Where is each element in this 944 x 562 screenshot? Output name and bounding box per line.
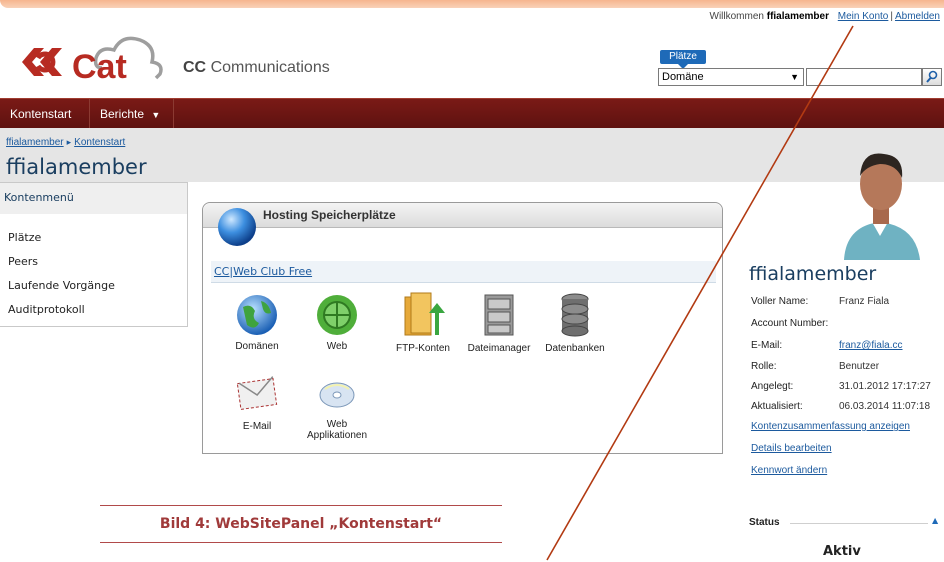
logo-text: Cat [72, 48, 127, 86]
brand-rest: Communications [210, 59, 330, 76]
menu-item-peers[interactable]: Peers [8, 255, 38, 268]
profile-label-email: E-Mail: [751, 340, 783, 351]
hosting-panel: Hosting Speicherplätze CC|Web Club Free … [202, 202, 723, 454]
brand-name: CC Communications [183, 59, 330, 77]
nav-item-label: Berichte [100, 107, 145, 121]
brand-cc: CC [183, 59, 207, 76]
web-globe-icon [317, 295, 357, 335]
profile-label-account-number: Account Number: [751, 318, 829, 329]
change-password-link[interactable]: Kennwort ändern [751, 465, 827, 476]
breadcrumb-kontenstart[interactable]: Kontenstart [74, 137, 125, 148]
tile-web-applikationen[interactable]: Web Applikationen [297, 371, 377, 441]
logout-link[interactable]: Abmelden [895, 11, 940, 22]
tile-web[interactable]: Web [297, 293, 377, 352]
account-menu-title: Kontenmenü [0, 183, 187, 214]
menu-item-laufende-vorgaenge[interactable]: Laufende Vorgänge [8, 279, 115, 292]
tile-email[interactable]: E-Mail [217, 369, 297, 432]
tile-ftp-konten[interactable]: FTP-Konten [383, 291, 463, 354]
tile-label: Web Applikationen [306, 419, 368, 441]
breadcrumb: ffialamember ▸ Kontenstart [6, 137, 125, 148]
profile-label-role: Rolle: [751, 361, 777, 372]
welcome-text: Willkommen [709, 11, 764, 22]
my-account-link[interactable]: Mein Konto [838, 11, 889, 22]
link-separator: | [890, 11, 893, 22]
search-scope-select[interactable]: Domäne ▼ [658, 68, 804, 86]
profile-value-updated: 06.03.2014 11:07:18 [839, 401, 931, 412]
menu-item-plaetze[interactable]: Plätze [8, 231, 41, 244]
cc-cat-logo[interactable]: Cat [14, 28, 174, 94]
user-avatar [836, 140, 926, 264]
search-input[interactable] [806, 68, 922, 86]
hosting-plan-link[interactable]: CC|Web Club Free [214, 265, 312, 278]
hosting-plan-row: CC|Web Club Free [211, 261, 716, 283]
main-nav: Kontenstart Berichte ▼ [0, 98, 944, 129]
tile-label: Datenbanken [545, 343, 605, 354]
tile-dateimanager[interactable]: Dateimanager [459, 291, 539, 354]
caret-down-icon: ▼ [151, 110, 161, 120]
tile-label: FTP-Konten [396, 343, 450, 354]
profile-label-fullname: Voller Name: [751, 296, 809, 307]
search-scope-value: Domäne [662, 71, 704, 83]
status-label: Status [749, 517, 780, 528]
page-title: ffialamember [6, 155, 147, 179]
top-accent-strip [0, 0, 944, 8]
tile-label: E-Mail [242, 421, 272, 432]
profile-value-role: Benutzer [839, 361, 880, 372]
profile-label-created: Angelegt: [751, 381, 794, 392]
breadcrumb-chevron-icon: ▸ [66, 137, 72, 147]
welcome-bar: Willkommen ffialamember Mein Konto | Abmel… [710, 11, 941, 22]
hosting-sphere-icon [215, 207, 259, 247]
envelope-icon [236, 376, 278, 410]
tile-label: Dateimanager [467, 343, 531, 354]
profile-label-updated: Aktualisiert: [751, 401, 803, 412]
globe-icon [237, 295, 277, 335]
account-summary-link[interactable]: Kontenzusammenfassung anzeigen [751, 421, 910, 432]
search-icon [926, 70, 938, 83]
nav-item-berichte[interactable]: Berichte ▼ [90, 99, 174, 129]
tile-label: Domänen [235, 341, 279, 352]
profile-value-created: 31.01.2012 17:17:27 [839, 381, 931, 392]
figure-caption-box: Bild 4: WebSitePanel „Kontenstart“ [100, 505, 502, 543]
tile-label: Web [326, 341, 348, 352]
ftp-folder-icon [404, 292, 445, 336]
figure-caption: Bild 4: WebSitePanel „Kontenstart“ [159, 516, 443, 532]
hosting-panel-title: Hosting Speicherplätze [263, 208, 396, 222]
tile-domaenen[interactable]: Domänen [217, 293, 297, 352]
dropdown-arrow-icon: ▼ [790, 72, 799, 82]
collapse-caret-icon[interactable]: ▲ [932, 516, 938, 525]
nav-item-label: Kontenstart [10, 107, 72, 121]
breadcrumb-user[interactable]: ffialamember [6, 137, 64, 148]
status-value: Aktiv [823, 544, 861, 559]
edit-details-link[interactable]: Details bearbeiten [751, 443, 832, 454]
nav-item-kontenstart[interactable]: Kontenstart [0, 99, 90, 129]
search-scope-badge: Plätze [660, 50, 706, 69]
search-button[interactable] [922, 68, 942, 86]
file-cabinet-icon [484, 294, 514, 336]
menu-item-auditprotokoll[interactable]: Auditprotokoll [8, 303, 85, 316]
profile-email-link[interactable]: franz@fiala.cc [839, 340, 903, 351]
database-icon [561, 293, 589, 337]
profile-name: ffialamember [749, 263, 877, 285]
profile-value-fullname: Franz Fiala [839, 296, 890, 307]
welcome-username: ffialamember [766, 11, 829, 22]
cd-icon [319, 382, 355, 408]
status-divider [790, 523, 928, 524]
tile-datenbanken[interactable]: Datenbanken [535, 291, 615, 354]
